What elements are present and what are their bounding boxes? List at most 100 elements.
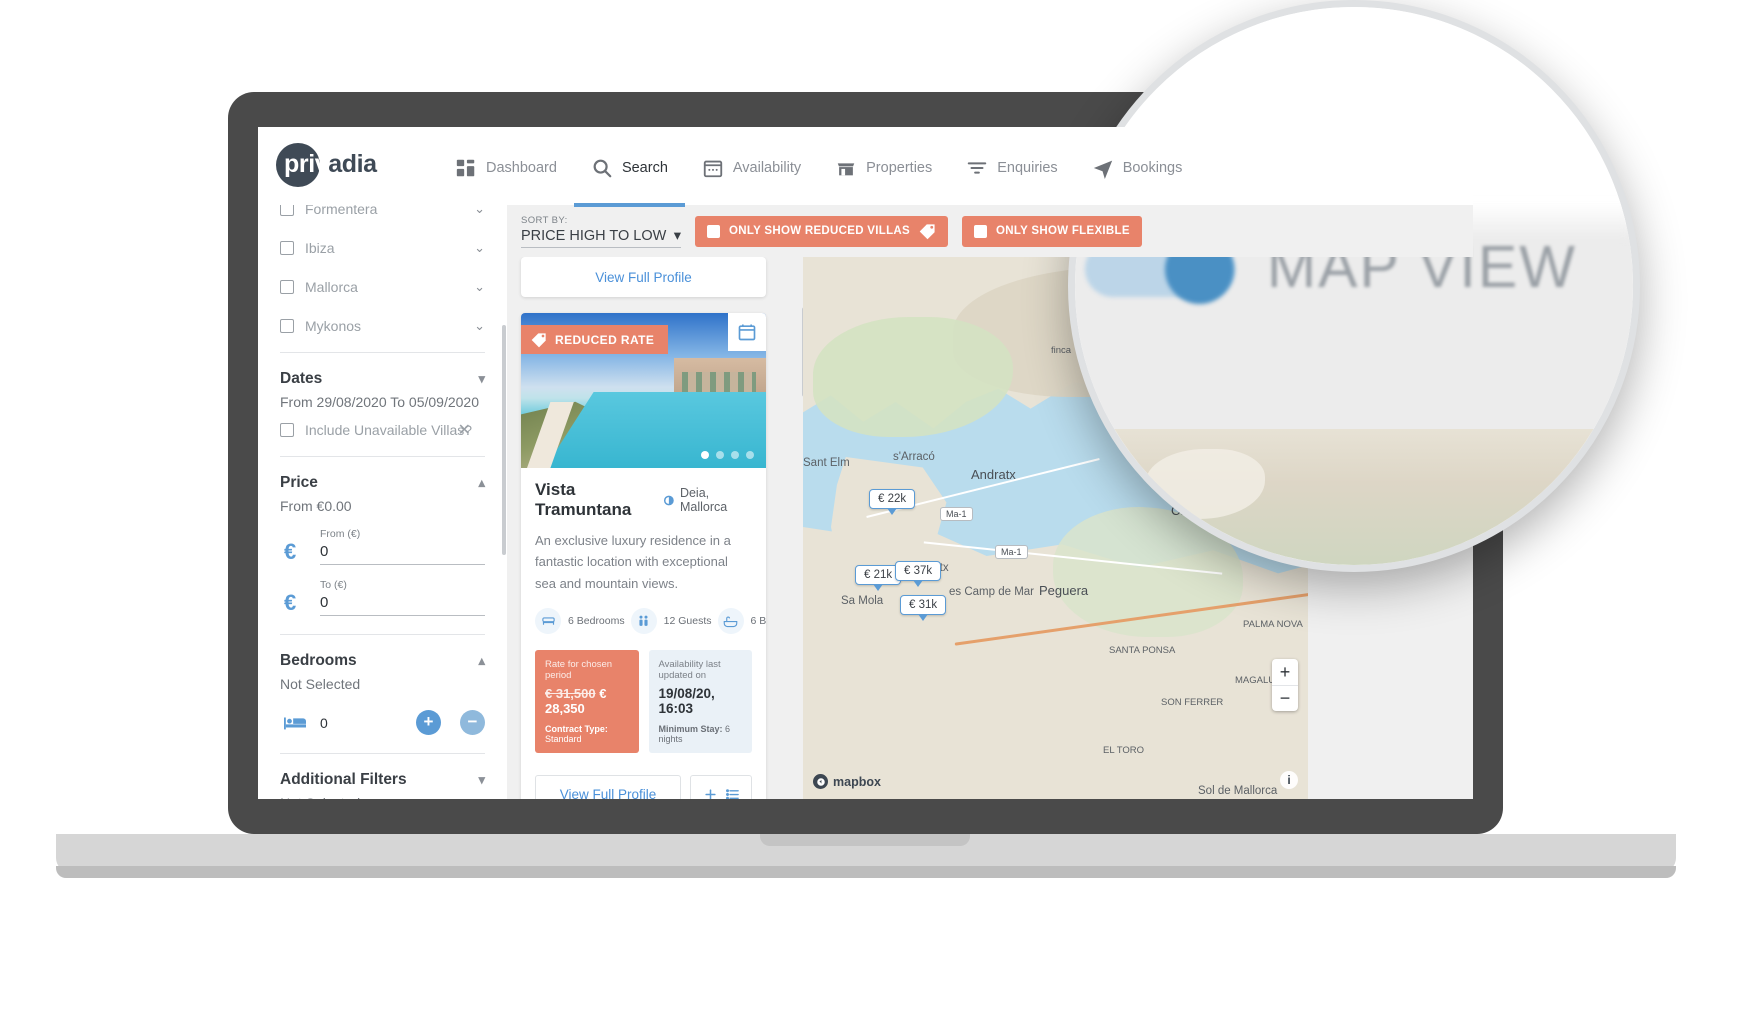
bedrooms-increment-button[interactable]: + (416, 710, 441, 735)
checkbox-flexible[interactable] (974, 224, 987, 238)
map-price-marker[interactable]: € 22k (869, 489, 916, 515)
chevron-down-icon[interactable]: ▾ (478, 371, 485, 387)
rate-prices: € 31,500 € 28,350 (545, 686, 629, 716)
checkbox-mallorca[interactable] (280, 279, 294, 294)
chevron-down-icon[interactable]: ⌄ (474, 240, 485, 256)
filters-sidebar: Formentera ⌄ Ibiza ⌄ Mallorca ⌄ Mykonos … (258, 205, 507, 799)
card-hero-image[interactable]: REDUCED RATE (521, 313, 766, 468)
map-price-marker[interactable]: € 31k (900, 595, 947, 621)
calendar-icon (703, 160, 723, 178)
additional-filters-header[interactable]: Additional Filters ▾ (280, 761, 485, 789)
card-footer: View Full Profile (521, 763, 766, 799)
nav-item-availability[interactable]: Availability (685, 149, 818, 191)
map-label: Sol de Mallorca (1198, 785, 1278, 797)
chevron-down-icon: ▾ (673, 227, 681, 244)
carousel-dot[interactable] (701, 451, 709, 459)
laptop-foot (56, 866, 1676, 878)
toggle-only-flexible[interactable]: ONLY SHOW FLEXIBLE (962, 215, 1142, 247)
add-to-list-button[interactable] (690, 775, 752, 799)
map-zoom-controls[interactable]: + − (1272, 659, 1298, 711)
map-zoom-in-button[interactable]: + (1272, 659, 1298, 685)
filter-destination-mykonos[interactable]: Mykonos ⌄ (280, 306, 485, 345)
card-price-boxes: Rate for chosen period € 31,500 € 28,350… (535, 650, 752, 754)
sort-by-label: SORT BY: (521, 214, 568, 226)
carousel-dot[interactable] (746, 451, 754, 459)
plus-icon (704, 789, 716, 799)
carousel-dot[interactable] (716, 451, 724, 459)
chevron-down-icon[interactable]: ▾ (478, 772, 485, 788)
nav-item-enquiries[interactable]: Enquiries (949, 149, 1074, 191)
chevron-down-icon[interactable]: ⌄ (474, 318, 485, 334)
chevron-down-icon[interactable]: ⌄ (474, 279, 485, 295)
price-to-field[interactable]: To (€) 0 (320, 579, 485, 616)
map-label: Sa Mola (841, 595, 884, 607)
sort-by-value: PRICE HIGH TO LOW (521, 227, 667, 244)
availability-datetime: 19/08/20, 16:03 (658, 686, 715, 717)
price-to-label: To (€) (320, 579, 347, 591)
filter-destination-mallorca[interactable]: Mallorca ⌄ (280, 267, 485, 306)
grid-icon (456, 159, 475, 177)
bedrooms-section-header[interactable]: Bedrooms ▴ (280, 642, 485, 670)
label-mallorca: Mallorca (305, 278, 358, 295)
label-formentera: Formentera (305, 205, 378, 217)
results-list[interactable]: View Full Profile REDUCED RATE Vista Tra… (507, 257, 807, 799)
sidebar-scrollbar[interactable] (502, 325, 506, 555)
carousel-dots[interactable] (701, 451, 754, 459)
checkbox-mykonos[interactable] (280, 318, 294, 333)
nav-label-enquiries: Enquiries (997, 160, 1058, 176)
checkbox-include-unavailable[interactable] (280, 422, 294, 437)
badge-label: REDUCED RATE (555, 332, 655, 347)
nav-label-availability: Availability (732, 160, 802, 176)
dates-section-header[interactable]: Dates ▾ (280, 360, 485, 388)
nav-item-dashboard[interactable]: Dashboard (438, 149, 574, 191)
toggle-only-reduced-villas[interactable]: ONLY SHOW REDUCED VILLAS (695, 215, 948, 247)
chevron-down-icon[interactable]: ⌄ (474, 205, 485, 217)
bedrooms-decrement-button[interactable]: − (460, 710, 485, 735)
search-icon (593, 159, 612, 178)
card-calendar-button[interactable] (728, 313, 766, 351)
guests-icon (630, 608, 657, 635)
bedrooms-title: Bedrooms (280, 652, 357, 669)
logo-text-first: priv (284, 150, 329, 178)
view-full-profile-button[interactable]: View Full Profile (535, 775, 681, 799)
feature-bath-label: 6 Bath (750, 615, 767, 628)
checkbox-formentera[interactable] (280, 205, 294, 216)
map-zoom-out-button[interactable]: − (1272, 685, 1298, 711)
filter-destination-ibiza[interactable]: Ibiza ⌄ (280, 228, 485, 267)
nav-item-properties[interactable]: Properties (818, 149, 949, 191)
close-icon[interactable]: ✕ (458, 420, 471, 440)
feature-bedrooms-label: 6 Bedrooms (568, 615, 625, 628)
privadia-logo[interactable]: privadia (276, 141, 398, 189)
map-road-shield: Ma-1 (995, 545, 1028, 559)
carousel-dot[interactable] (731, 451, 739, 459)
card-location-label: Deia, Mallorca (679, 486, 728, 514)
price-section-header[interactable]: Price ▴ (280, 464, 485, 492)
checkbox-reduced-villas[interactable] (707, 224, 720, 238)
include-unavailable-row[interactable]: Include Unavailable Villas? ✕ (280, 410, 485, 449)
card-title: Vista Tramuntana (535, 480, 632, 519)
view-full-profile-link-previous[interactable]: View Full Profile (595, 270, 692, 285)
checkbox-ibiza[interactable] (280, 240, 294, 255)
divider (280, 456, 485, 457)
map-label: PALMA NOVA (1243, 619, 1303, 630)
sort-by-select[interactable]: SORT BY: PRICE HIGH TO LOW ▾ (521, 215, 681, 248)
result-card[interactable]: REDUCED RATE Vista Tramuntana Deia, Mall… (521, 313, 766, 799)
result-card-previous[interactable]: View Full Profile (521, 257, 766, 297)
bed-icon (535, 608, 561, 635)
map-price-marker[interactable]: € 37k (895, 561, 942, 587)
contract-type-label: Contract Type: (545, 724, 608, 735)
info-icon[interactable]: i (1280, 771, 1298, 789)
filter-destination-formentera[interactable]: Formentera ⌄ (280, 205, 485, 228)
dates-title: Dates (280, 370, 323, 387)
mapbox-attribution[interactable]: mapbox (813, 774, 881, 789)
send-icon (1093, 160, 1112, 179)
nav-item-bookings[interactable]: Bookings (1075, 149, 1200, 191)
divider (280, 634, 485, 635)
nav-item-search[interactable]: Search (573, 149, 685, 207)
label-only-flexible: ONLY SHOW FLEXIBLE (996, 225, 1130, 237)
chevron-up-icon[interactable]: ▴ (478, 475, 485, 491)
chevron-up-icon[interactable]: ▴ (478, 653, 485, 669)
feature-guests: 12 Guests (630, 608, 712, 635)
price-from-row: € From (€) 0 (280, 528, 485, 565)
price-from-field[interactable]: From (€) 0 (320, 528, 485, 565)
